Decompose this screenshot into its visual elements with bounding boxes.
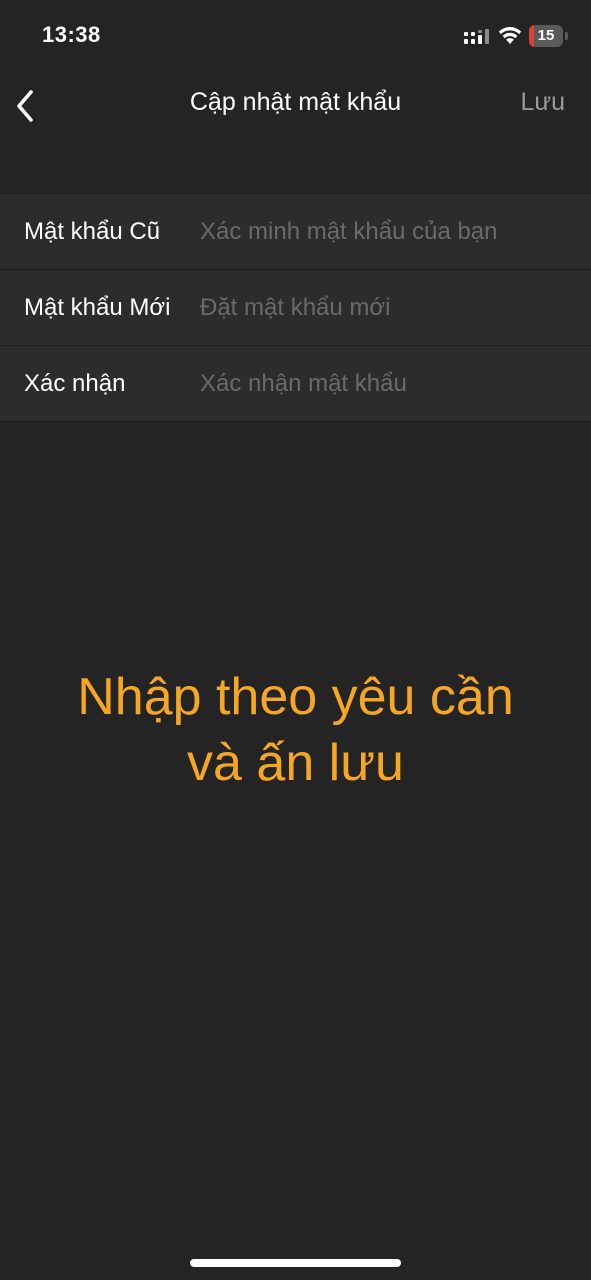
battery-icon: 15	[529, 25, 569, 47]
home-indicator[interactable]	[190, 1259, 401, 1267]
new-password-input[interactable]	[200, 284, 570, 332]
signal-icon	[464, 29, 489, 44]
confirm-password-row: Xác nhận	[0, 346, 591, 422]
old-password-label: Mật khẩu Cũ	[24, 218, 161, 245]
old-password-row: Mật khẩu Cũ	[0, 194, 591, 270]
confirm-password-input[interactable]	[200, 360, 570, 408]
wifi-icon	[498, 27, 522, 44]
page-title: Cập nhật mật khẩu	[189, 88, 402, 116]
save-button[interactable]: Lưu	[520, 88, 565, 117]
status-bar: 13:38 15	[0, 0, 591, 70]
annotation-line-2: và ấn lưu	[187, 734, 404, 792]
nav-bar: Cập nhật mật khẩu Lưu	[0, 70, 591, 140]
annotation-line-1: Nhập theo yêu cần	[77, 668, 514, 726]
password-form: Mật khẩu Cũ Mật khẩu Mới Xác nhận	[0, 193, 591, 422]
new-password-row: Mật khẩu Mới	[0, 270, 591, 346]
status-time: 13:38	[42, 22, 101, 47]
instruction-annotation: Nhập theo yêu cần và ấn lưu	[0, 664, 591, 796]
back-button[interactable]	[6, 82, 46, 128]
battery-level: 15	[537, 27, 555, 44]
confirm-password-label: Xác nhận	[24, 370, 126, 397]
new-password-label: Mật khẩu Mới	[24, 294, 171, 321]
chevron-left-icon	[17, 90, 33, 122]
old-password-input[interactable]	[200, 208, 570, 256]
